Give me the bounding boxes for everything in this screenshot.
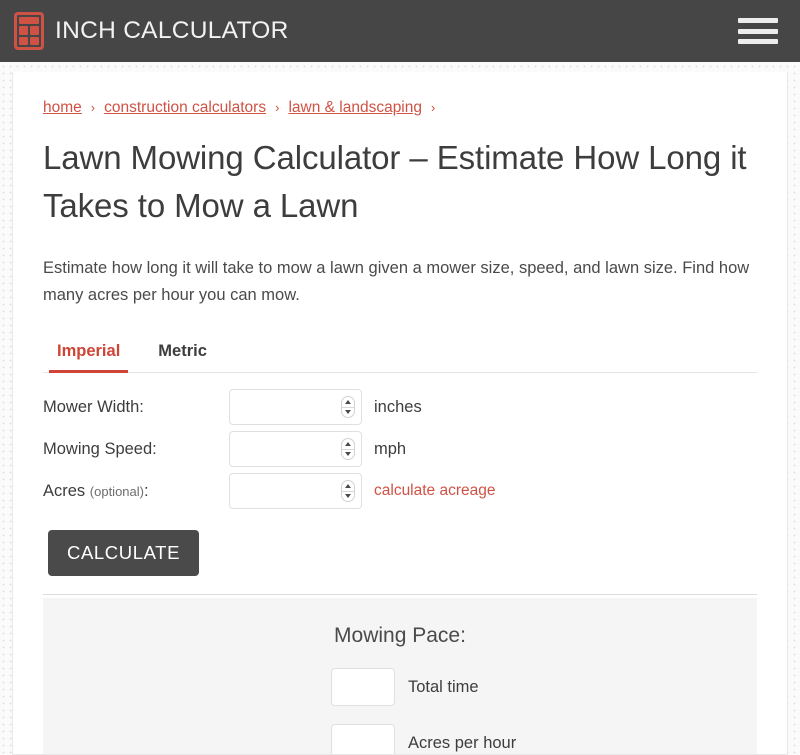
acres-per-hour-label: Acres per hour <box>408 733 517 752</box>
acres-optional-note: (optional) <box>89 483 144 499</box>
result-row-acres-per-hour: Acres per hour <box>331 724 757 754</box>
breadcrumb-separator-icon: › <box>90 100 96 115</box>
acres-label: Acres (optional): <box>43 482 229 501</box>
brand-name: INCH CALCULATOR <box>55 17 289 44</box>
stepper-down-icon[interactable] <box>342 408 354 418</box>
total-time-output <box>331 668 395 707</box>
brand-logo-link[interactable]: INCH CALCULATOR <box>14 12 289 50</box>
calculator-icon <box>14 12 44 50</box>
results-title: Mowing Pace: <box>334 624 466 648</box>
stepper-down-icon[interactable] <box>342 450 354 460</box>
tab-metric[interactable]: Metric <box>150 335 215 373</box>
field-row-mowing-speed: Mowing Speed: mph <box>43 429 757 469</box>
stepper-up-icon[interactable] <box>342 397 354 408</box>
stepper-up-icon[interactable] <box>342 439 354 450</box>
result-row-total-time: Total time <box>331 668 757 707</box>
field-row-mower-width: Mower Width: inches <box>43 387 757 427</box>
acres-stepper[interactable] <box>341 480 355 503</box>
results-divider <box>43 594 757 596</box>
breadcrumb: home › construction calculators › lawn &… <box>43 72 757 117</box>
tab-imperial[interactable]: Imperial <box>49 335 129 374</box>
calculate-acreage-link[interactable]: calculate acreage <box>374 482 496 500</box>
total-time-label: Total time <box>408 677 479 696</box>
page-title: Lawn Mowing Calculator – Estimate How Lo… <box>43 139 747 224</box>
results-panel: Mowing Pace: Total time Acres per hour A… <box>43 598 757 754</box>
acres-label-colon: : <box>143 481 149 500</box>
breadcrumb-item-lawn-landscaping[interactable]: lawn & landscaping <box>288 99 422 117</box>
breadcrumb-separator-icon: › <box>275 100 280 115</box>
mowing-speed-stepper[interactable] <box>341 438 355 461</box>
mower-width-label: Mower Width: <box>43 397 144 416</box>
calculate-button[interactable]: CALCULATE <box>48 530 200 577</box>
mower-width-unit: inches <box>374 397 422 416</box>
field-row-acres: Acres (optional): calculate acreage <box>43 471 757 511</box>
unit-system-tabs: Imperial Metric <box>43 335 757 374</box>
calculator-form: Mower Width: inches Mowing Speed: mph Ac… <box>43 373 757 577</box>
stepper-down-icon[interactable] <box>342 492 354 502</box>
mowing-speed-label: Mowing Speed: <box>43 439 157 458</box>
page-description: Estimate how long it will take to mow a … <box>43 258 750 304</box>
site-header: INCH CALCULATOR <box>0 0 800 62</box>
page-wrapper: home › construction calculators › lawn &… <box>0 62 800 755</box>
content-card: home › construction calculators › lawn &… <box>12 72 788 755</box>
stepper-up-icon[interactable] <box>342 481 354 492</box>
mower-width-stepper[interactable] <box>341 396 355 419</box>
breadcrumb-separator-icon: › <box>431 100 436 115</box>
acres-input[interactable] <box>229 473 362 510</box>
mowing-speed-input[interactable] <box>229 431 362 468</box>
breadcrumb-item-home[interactable]: home <box>43 99 82 117</box>
mowing-speed-unit: mph <box>374 439 407 458</box>
breadcrumb-item-construction-calculators[interactable]: construction calculators <box>104 99 266 117</box>
acres-label-text: Acres <box>43 481 86 500</box>
hamburger-menu-icon[interactable] <box>738 16 778 46</box>
mower-width-input[interactable] <box>229 389 362 426</box>
acres-per-hour-output <box>331 724 395 754</box>
